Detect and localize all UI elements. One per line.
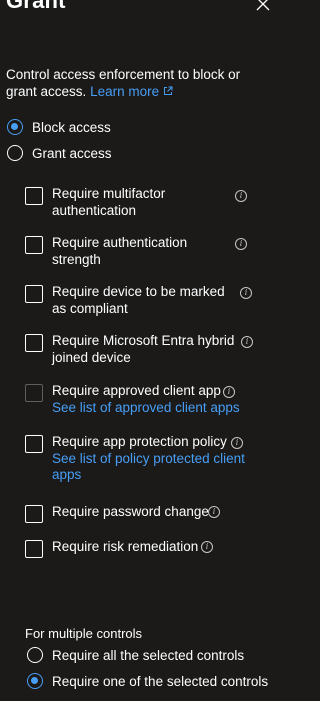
info-icon[interactable]: i	[241, 336, 253, 348]
app-protection-checkbox[interactable]	[25, 435, 43, 453]
require-one-label: Require one of the selected controls	[52, 673, 269, 689]
app-protection-text: Require app protection policy	[52, 434, 227, 449]
auth-strength-label: Require authentication strength	[52, 235, 188, 267]
multifactor-label: Require multifactor authentication	[52, 186, 166, 218]
require-all-label: Require all the selected controls	[52, 647, 245, 663]
info-icon[interactable]: i	[240, 287, 252, 299]
approved-client-app-checkbox	[25, 384, 43, 402]
info-icon[interactable]: i	[223, 386, 235, 398]
close-icon[interactable]	[256, 0, 270, 11]
compliant-device-label: Require device to be marked as compliant	[52, 284, 225, 316]
block-access-label: Block access	[32, 119, 111, 135]
info-icon[interactable]: i	[201, 541, 213, 553]
policy-protected-apps-link[interactable]: See list of policy protected client apps	[52, 451, 252, 484]
require-one-radio[interactable]	[27, 673, 43, 689]
risk-remediation-checkbox[interactable]	[25, 540, 43, 558]
approved-client-apps-link[interactable]: See list of approved client apps	[52, 400, 252, 417]
password-change-checkbox[interactable]	[25, 505, 43, 523]
panel-title: Grant	[6, 0, 66, 13]
info-icon[interactable]: i	[208, 506, 220, 518]
multiple-controls-label: For multiple controls	[25, 626, 143, 641]
auth-strength-checkbox[interactable]	[25, 236, 43, 254]
compliant-device-checkbox[interactable]	[25, 285, 43, 303]
require-all-radio[interactable]	[27, 647, 43, 663]
require-all-option[interactable]: Require all the selected controls	[27, 647, 244, 663]
multifactor-checkbox[interactable]	[25, 187, 43, 205]
info-icon[interactable]: i	[231, 437, 243, 449]
hybrid-joined-checkbox[interactable]	[25, 334, 43, 352]
approved-client-app-text: Require approved client app	[52, 383, 221, 398]
approved-client-app-label: Require approved client app See list of …	[52, 383, 252, 416]
panel-description: Control access enforcement to block or g…	[6, 66, 268, 100]
grant-access-option[interactable]: Grant access	[7, 145, 112, 161]
info-icon[interactable]: i	[235, 238, 247, 250]
block-access-radio[interactable]	[7, 119, 23, 135]
external-link-icon	[164, 86, 173, 95]
password-change-label: Require password change	[52, 504, 209, 519]
grant-access-label: Grant access	[32, 145, 112, 161]
require-one-option[interactable]: Require one of the selected controls	[27, 673, 268, 689]
learn-more-link[interactable]: Learn more	[90, 84, 173, 99]
app-protection-label: Require app protection policy See list o…	[52, 434, 252, 484]
grant-access-radio[interactable]	[7, 145, 23, 161]
block-access-option[interactable]: Block access	[7, 119, 111, 135]
info-icon[interactable]: i	[235, 190, 247, 202]
hybrid-joined-label: Require Microsoft Entra hybrid joined de…	[52, 333, 235, 365]
